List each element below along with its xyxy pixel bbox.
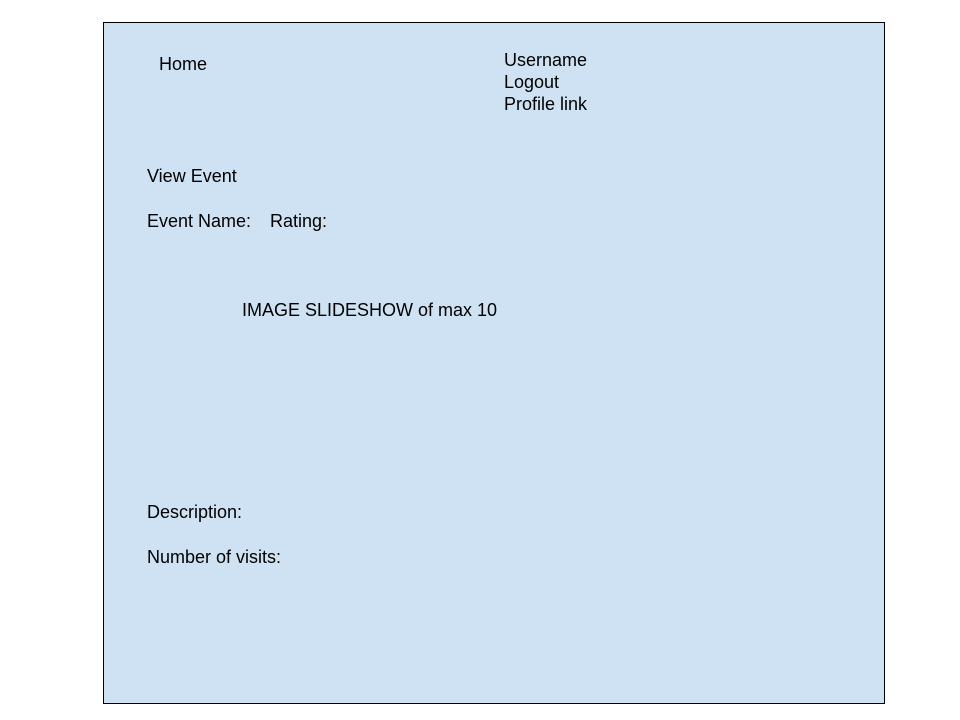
description-label: Description:	[147, 502, 243, 522]
logout-link[interactable]: Logout	[504, 71, 587, 93]
page-frame: Home Username Logout Profile link View E…	[103, 22, 885, 704]
page-title: View Event	[147, 166, 237, 186]
image-slideshow[interactable]: IMAGE SLIDESHOW of max 10	[242, 299, 497, 321]
username-label: Username	[504, 50, 588, 70]
account-menu: Username Logout Profile link	[504, 49, 587, 115]
home-link[interactable]: Home	[159, 53, 207, 75]
visits-count-label: Number of visits:	[147, 547, 282, 567]
profile-link[interactable]: Profile link	[504, 93, 587, 115]
rating-label: Rating:	[270, 211, 328, 231]
slideshow-placeholder-text: IMAGE SLIDESHOW of max 10	[242, 300, 498, 320]
event-name-label: Event Name:	[147, 211, 252, 231]
